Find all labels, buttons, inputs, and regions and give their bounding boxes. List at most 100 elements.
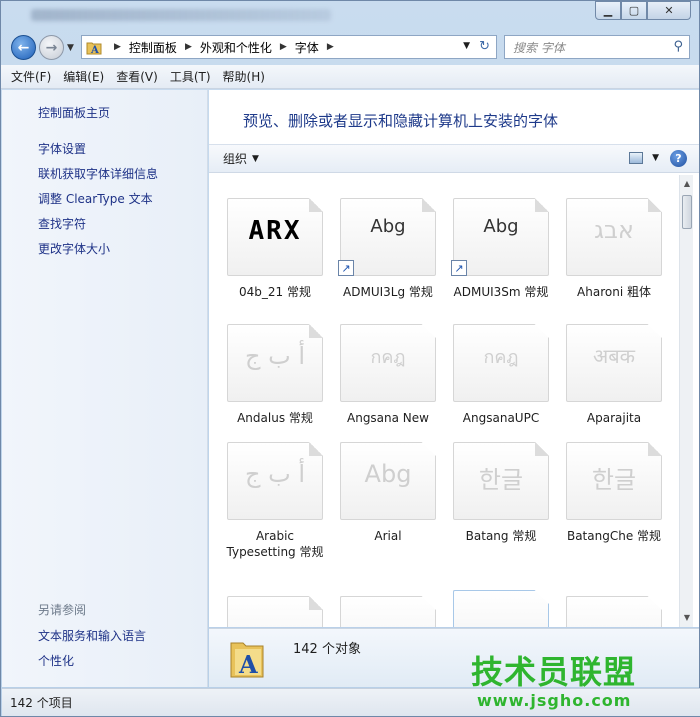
- breadcrumb-fonts[interactable]: 字体: [295, 39, 319, 56]
- font-sample: Abg: [364, 460, 412, 488]
- sidebar-item-control-panel-home[interactable]: 控制面板主页: [38, 104, 110, 121]
- sidebar-item-font-settings[interactable]: 字体设置: [38, 140, 86, 157]
- menu-tools[interactable]: 工具(T): [170, 68, 211, 85]
- fonts-folder-icon: A: [229, 635, 265, 679]
- arrow-right-icon: →: [45, 39, 58, 56]
- font-label: Andalus 常规: [237, 411, 313, 425]
- forward-button[interactable]: →: [39, 35, 64, 60]
- sidebar-item-change-font-size[interactable]: 更改字体大小: [38, 240, 110, 257]
- font-label: Batang 常规: [465, 529, 537, 543]
- font-label: Aparajita: [586, 411, 642, 425]
- refresh-icon[interactable]: ↻: [479, 39, 490, 54]
- font-family-item[interactable]: [330, 584, 436, 627]
- scroll-down-icon[interactable]: ▼: [680, 611, 694, 625]
- font-sample: 한글: [591, 466, 637, 494]
- font-sample: أ ب ج: [244, 342, 305, 370]
- font-item[interactable]: ARX 04b_21 常规: [217, 186, 323, 306]
- command-bar: 组织 ▼ ▼ ?: [209, 144, 699, 173]
- page-corner: [309, 596, 323, 610]
- scroll-up-icon[interactable]: ▲: [680, 177, 694, 191]
- object-count: 142 个对象: [293, 642, 361, 657]
- watermark-url: www.jsgho.com: [477, 691, 632, 710]
- font-label: BatangChe 常规: [566, 529, 662, 543]
- sidebar-item-personalization[interactable]: 个性化: [38, 652, 74, 669]
- font-sample: ARX: [248, 216, 302, 246]
- font-sample: 한글: [478, 466, 524, 494]
- view-icon[interactable]: [629, 152, 643, 164]
- font-label: 04b_21 常规: [239, 285, 311, 299]
- minimize-button[interactable]: ▁: [595, 1, 621, 20]
- breadcrumb-control-panel[interactable]: 控制面板: [129, 39, 177, 56]
- font-family-item[interactable]: Abg Arial: [330, 430, 436, 550]
- breadcrumb: ▶ 控制面板 ▶ 外观和个性化 ▶ 字体 ▶: [106, 39, 342, 56]
- view-dropdown[interactable]: ▼: [652, 153, 659, 163]
- font-family-item[interactable]: [443, 578, 549, 627]
- address-dropdown[interactable]: ▼: [463, 41, 470, 51]
- font-item[interactable]: Abg ↗ ADMUI3Lg 常规: [330, 186, 436, 306]
- font-family-item[interactable]: अबक Aparajita: [556, 312, 662, 432]
- font-item[interactable]: أ ب ج Arabic Typesetting 常规: [217, 430, 323, 559]
- font-sample: กคฎ: [483, 347, 519, 368]
- font-grid: ARX 04b_21 常规 Abg ↗ ADMUI3Lg 常规 Abg ↗ AD…: [209, 174, 679, 627]
- sidebar-item-find-character[interactable]: 查找字符: [38, 215, 86, 232]
- font-item[interactable]: Abg ↗ ADMUI3Sm 常规: [443, 186, 549, 306]
- search-input[interactable]: 搜索 字体 ⚲: [504, 35, 690, 59]
- font-family-item[interactable]: กคฎ AngsanaUPC: [443, 312, 549, 432]
- vertical-scrollbar[interactable]: ▲ ▼: [679, 175, 693, 627]
- sidebar-item-text-services[interactable]: 文本服务和输入语言: [38, 627, 146, 644]
- watermark-logo: 技术员联盟 www.jsgho.com: [471, 647, 699, 717]
- font-label: ADMUI3Lg 常规: [343, 285, 433, 299]
- breadcrumb-appearance[interactable]: 外观和个性化: [200, 39, 272, 56]
- menu-view[interactable]: 查看(V): [116, 68, 158, 85]
- font-family-item[interactable]: [556, 584, 662, 627]
- menu-edit[interactable]: 编辑(E): [63, 68, 104, 85]
- page-corner: [309, 324, 323, 338]
- organize-label: 组织: [223, 152, 248, 166]
- back-button[interactable]: ←: [11, 35, 36, 60]
- menu-file[interactable]: 文件(F): [11, 68, 51, 85]
- close-button[interactable]: ✕: [647, 1, 691, 20]
- address-bar[interactable]: A ▶ 控制面板 ▶ 外观和个性化 ▶ 字体 ▶ ▼ ↻: [81, 35, 497, 59]
- chevron-right-icon: ▶: [114, 42, 121, 52]
- font-item[interactable]: 한글 Batang 常规: [443, 430, 549, 550]
- font-label: AngsanaUPC: [462, 411, 540, 425]
- svg-text:A: A: [238, 650, 258, 679]
- font-sample: अबक: [592, 344, 636, 368]
- scroll-thumb[interactable]: [682, 195, 692, 229]
- blurred-title: [31, 9, 331, 21]
- shortcut-arrow-icon: ↗: [451, 260, 467, 276]
- page-corner: [648, 442, 662, 456]
- search-icon[interactable]: ⚲: [673, 39, 683, 54]
- page-corner: [535, 442, 549, 456]
- arrow-left-icon: ←: [17, 39, 30, 56]
- recent-pages-dropdown[interactable]: ▼: [67, 43, 74, 53]
- font-family-icon: [566, 596, 662, 627]
- font-sample: Abg: [370, 216, 406, 237]
- sidebar-item-cleartype[interactable]: 调整 ClearType 文本: [38, 190, 153, 207]
- page-corner: [535, 198, 549, 212]
- item-count: 142 个项目: [10, 696, 73, 710]
- sidebar-item-font-info-online[interactable]: 联机获取字体详细信息: [38, 165, 158, 182]
- help-icon[interactable]: ?: [670, 150, 687, 167]
- font-label: ADMUI3Sm 常规: [453, 285, 549, 299]
- font-item[interactable]: 한글 BatangChe 常规: [556, 430, 662, 550]
- font-item[interactable]: [217, 584, 323, 627]
- chevron-right-icon[interactable]: ▶: [280, 42, 287, 52]
- chevron-right-icon[interactable]: ▶: [185, 42, 192, 52]
- search-placeholder: 搜索 字体: [513, 40, 565, 55]
- window-controls: ▁ ▢ ✕: [595, 1, 691, 20]
- maximize-icon: ▢: [628, 4, 640, 17]
- font-label: Angsana New: [347, 411, 429, 425]
- font-sample: أ ب ج: [244, 460, 305, 488]
- chevron-right-icon[interactable]: ▶: [327, 42, 334, 52]
- organize-button[interactable]: 组织 ▼: [223, 150, 259, 167]
- page-corner: [309, 442, 323, 456]
- font-item[interactable]: أ ب ج Andalus 常规: [217, 312, 323, 432]
- font-family-item[interactable]: กคฎ Angsana New: [330, 312, 436, 432]
- minimize-icon: ▁: [603, 4, 613, 17]
- menu-help[interactable]: 帮助(H): [223, 68, 265, 85]
- font-item[interactable]: אבג Aharoni 粗体: [556, 186, 662, 306]
- font-label: Arial: [374, 529, 402, 543]
- maximize-button[interactable]: ▢: [621, 1, 647, 20]
- shortcut-arrow-icon: ↗: [338, 260, 354, 276]
